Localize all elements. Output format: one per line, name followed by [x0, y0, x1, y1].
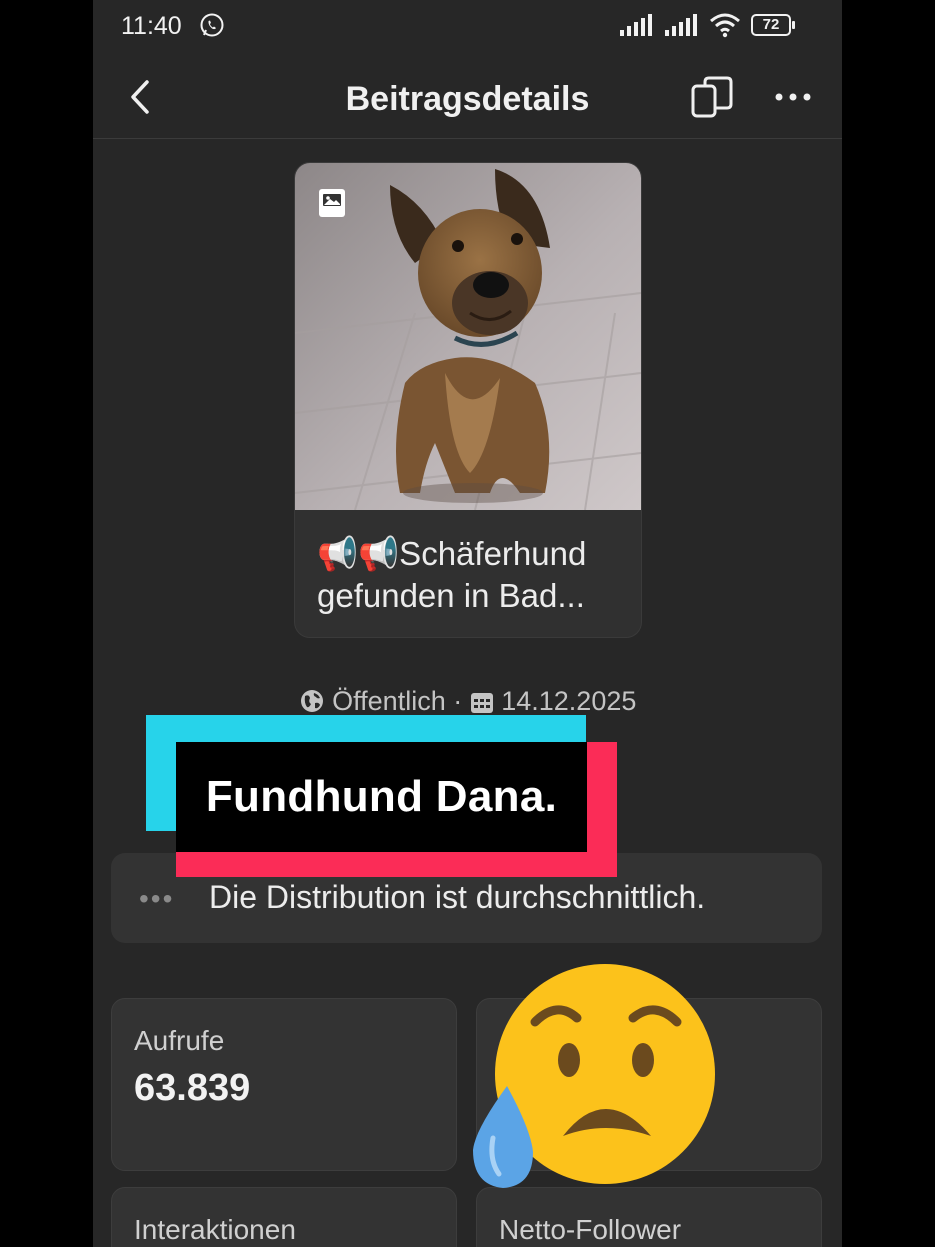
distribution-text: Die Distribution ist durchschnittlich.: [209, 879, 706, 915]
ellipsis-icon: •••: [139, 883, 175, 914]
battery-level: 72: [762, 16, 780, 33]
more-options-button[interactable]: [771, 82, 815, 112]
globe-icon: [300, 690, 323, 712]
caption-line-1: 📢📢Schäferhund: [317, 535, 587, 572]
wifi-icon: [710, 13, 740, 38]
post-meta: Öffentlich · 14.12.2025: [93, 686, 842, 717]
whatsapp-icon: [200, 13, 224, 37]
top-app-bar: Beitragsdetails: [93, 60, 842, 139]
stat-card-net-followers: Netto-Follower: [476, 1187, 822, 1247]
signal-icon: [665, 14, 697, 36]
caption-line-2: gefunden in Bad...: [317, 577, 585, 614]
stat-card-interactions: Interaktionen: [111, 1187, 457, 1247]
text-sticker: Fundhund Dana.: [176, 742, 587, 852]
battery-icon: 72: [751, 14, 795, 36]
status-bar: 11:40 72: [93, 0, 842, 52]
photo-type-icon: [319, 189, 345, 217]
meta-separator: ·: [445, 686, 470, 716]
post-preview-card[interactable]: 📢📢Schäferhund gefunden in Bad...: [294, 162, 642, 638]
status-time: 11:40: [121, 12, 182, 40]
stat-card-views: Aufrufe 63.839: [111, 998, 457, 1171]
calendar-icon: [470, 693, 493, 713]
copy-button[interactable]: [689, 74, 735, 120]
stat-label: Interaktionen: [134, 1214, 296, 1245]
post-date: 14.12.2025: [501, 686, 637, 716]
sad-sweat-emoji-icon: [473, 964, 715, 1188]
post-caption: 📢📢Schäferhund gefunden in Bad...: [317, 533, 627, 617]
stat-value: 63.839: [134, 1067, 251, 1109]
stat-label: Netto-Follower: [499, 1214, 682, 1245]
sticker-text: Fundhund Dana.: [205, 772, 558, 821]
signal-icon: [620, 14, 652, 36]
visibility-label: Öffentlich: [332, 686, 446, 716]
post-image: [295, 163, 641, 510]
stat-label: Aufrufe: [134, 1025, 225, 1056]
